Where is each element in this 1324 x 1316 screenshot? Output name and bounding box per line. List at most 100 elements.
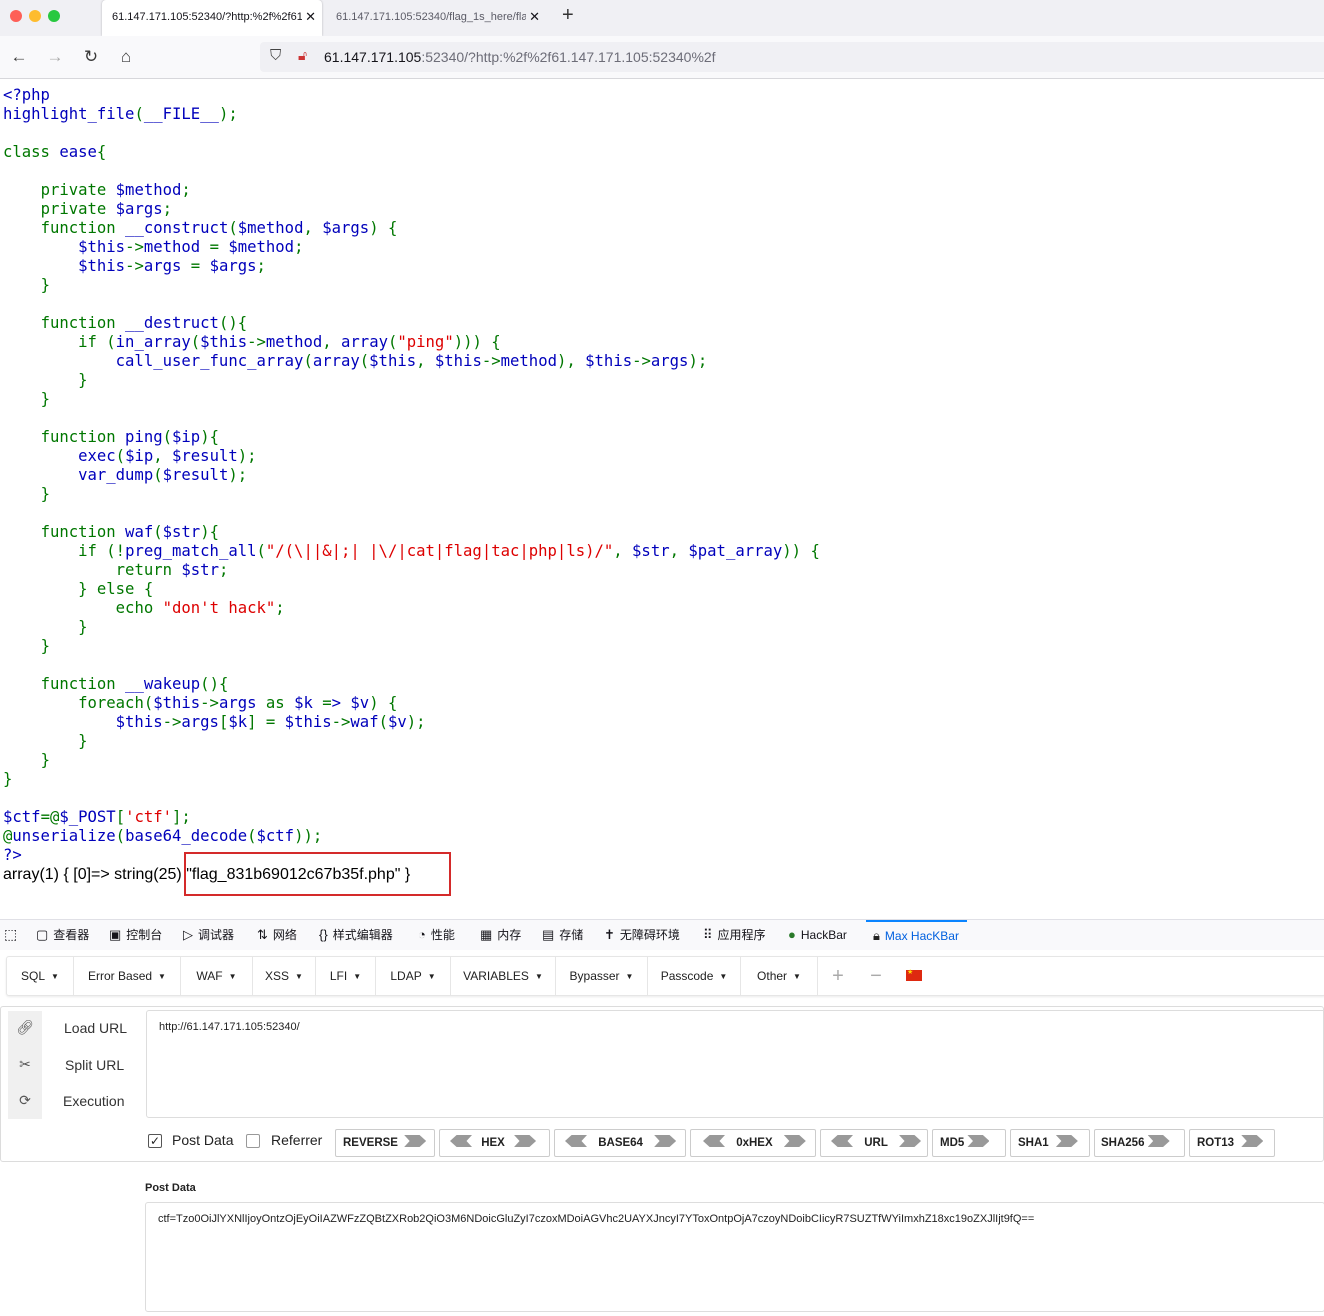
0xhex-button[interactable]: 0xHEX xyxy=(690,1129,816,1157)
code-line: highlight_file(__FILE__); xyxy=(3,105,238,123)
referrer-label: Referrer xyxy=(271,1132,323,1148)
element-picker-icon[interactable]: ⬚ xyxy=(4,920,17,950)
menu-waf[interactable]: WAF ▼ xyxy=(181,957,253,995)
hackbar-request-panel: 🔗︎ ✂ ⟳ Load URL Split URL Execution http… xyxy=(0,1006,1324,1162)
accessibility-icon: ✝ xyxy=(604,927,615,942)
code-line: ?> xyxy=(3,846,22,864)
php-source-code: <?php highlight_file(__FILE__); class ea… xyxy=(3,86,820,865)
base64-button[interactable]: BASE64 xyxy=(554,1129,686,1157)
devtools-tab-max-hackbar[interactable]: 🔒︎ Max HacKBar xyxy=(866,920,967,952)
url-input[interactable]: http://61.147.171.105:52340/ xyxy=(146,1010,1324,1118)
devtools-tab-memory[interactable]: ▦ 内存 xyxy=(480,920,521,950)
menu-bypasser[interactable]: Bypasser ▼ xyxy=(556,957,648,995)
execution-button[interactable]: Execution xyxy=(63,1093,124,1109)
hackbar-panel: SQL ▼ Error Based ▼ WAF ▼ XSS ▼ LFI ▼ LDAP ▼ V… xyxy=(0,950,1324,1316)
devtools-tab-performance[interactable]: ◔ 性能 xyxy=(418,920,455,950)
code-line: } xyxy=(78,371,88,389)
browser-tab[interactable]: 61.147.171.105:52340/flag_1s_here/flag_8… xyxy=(326,0,546,36)
code-line: function __wakeup(){ xyxy=(40,675,229,693)
close-tab-icon[interactable]: ✕ xyxy=(529,0,540,34)
sha256-button[interactable]: SHA256 xyxy=(1094,1129,1185,1157)
tab-strip: 61.147.171.105:52340/?http:%2f%2f61.147.… xyxy=(0,0,1324,36)
devtools-tab-debugger[interactable]: ▷ 调试器 xyxy=(183,920,234,950)
code-line: } xyxy=(40,276,50,294)
devtools-tab-application[interactable]: ⠿ 应用程序 xyxy=(703,920,766,950)
zoom-window-button[interactable] xyxy=(48,10,60,22)
arrow-right-icon xyxy=(899,1135,922,1147)
arrow-right-icon xyxy=(1147,1135,1170,1147)
reverse-button[interactable]: REVERSE xyxy=(335,1129,435,1157)
url-text[interactable]: 61.147.171.105:52340/?http:%2f%2f61.147.… xyxy=(324,49,716,65)
arrow-right-icon xyxy=(783,1135,806,1147)
arrow-left-icon xyxy=(703,1135,725,1147)
devtools-tab-console[interactable]: ▣ 控制台 xyxy=(109,920,162,950)
arrow-right-icon xyxy=(1241,1135,1264,1147)
flag-star-icon: ★ xyxy=(907,969,914,976)
arrow-left-icon xyxy=(831,1135,853,1147)
arrow-right-icon xyxy=(1055,1135,1078,1147)
arrow-right-icon xyxy=(654,1135,677,1147)
minimize-window-button[interactable] xyxy=(29,10,41,22)
devtools-tab-network[interactable]: ⇅ 网络 xyxy=(257,920,297,950)
menu-passcode[interactable]: Passcode ▼ xyxy=(648,957,741,995)
browser-tab-active[interactable]: 61.147.171.105:52340/?http:%2f%2f61.147.… xyxy=(102,0,322,36)
hackbar-menu: SQL ▼ Error Based ▼ WAF ▼ XSS ▼ LFI ▼ LDAP ▼ V… xyxy=(6,956,1324,996)
referrer-checkbox[interactable] xyxy=(246,1134,260,1148)
devtools-tab-accessibility[interactable]: ✝ 无障碍环境 xyxy=(604,920,680,950)
insecure-lock-icon[interactable]: 🔓︎ xyxy=(298,47,307,64)
post-data-input[interactable]: ctf=Tzo0OiJlYXNlIjoyOntzOjEyOiIAZWFzZQBt… xyxy=(145,1202,1324,1312)
code-line: } xyxy=(40,751,50,769)
rot13-button[interactable]: ROT13 xyxy=(1189,1129,1275,1157)
arrow-right-icon xyxy=(404,1135,427,1147)
md5-button[interactable]: MD5 xyxy=(932,1129,1006,1157)
code-line: } else { xyxy=(78,580,154,598)
menu-xss[interactable]: XSS ▼ xyxy=(253,957,316,995)
menu-other[interactable]: Other ▼ xyxy=(741,957,818,995)
code-line: foreach($this->args as $k => $v) { xyxy=(78,694,398,712)
sha1-button[interactable]: SHA1 xyxy=(1010,1129,1090,1157)
code-line: } xyxy=(40,390,50,408)
reload-icon[interactable]: ↻ xyxy=(80,46,102,68)
china-flag-icon[interactable]: ★ xyxy=(906,969,922,981)
shield-icon[interactable]: ⛉ xyxy=(270,47,281,64)
menu-sql[interactable]: SQL ▼ xyxy=(7,957,74,995)
network-icon: ⇅ xyxy=(257,927,268,942)
action-icon-strip: 🔗︎ ✂ ⟳ xyxy=(8,1011,42,1119)
devtools-tab-storage[interactable]: ▤ 存储 xyxy=(542,920,583,950)
code-line: } xyxy=(78,732,88,750)
close-tab-icon[interactable]: ✕ xyxy=(305,0,316,34)
devtools-tab-inspector[interactable]: ▢ 查看器 xyxy=(36,920,89,950)
close-window-button[interactable] xyxy=(10,10,22,22)
new-tab-button[interactable]: + xyxy=(562,4,574,27)
post-data-label: Post Data xyxy=(172,1132,234,1148)
code-line: $this->method = $method; xyxy=(3,238,304,256)
address-bar[interactable]: ⛉ 🔓︎ 61.147.171.105:52340/?http:%2f%2f61… xyxy=(260,42,1324,72)
url-encode-button[interactable]: URL xyxy=(820,1129,928,1157)
code-line: $ctf=@$_POST['ctf']; xyxy=(3,808,191,826)
hex-button[interactable]: HEX xyxy=(439,1129,550,1157)
link-icon[interactable]: 🔗︎ xyxy=(8,1019,42,1036)
split-url-button[interactable]: Split URL xyxy=(65,1057,124,1073)
home-icon[interactable]: ⌂ xyxy=(115,46,137,68)
refresh-icon[interactable]: ⟳ xyxy=(8,1092,42,1109)
devtools-tab-style-editor[interactable]: {} 样式编辑器 xyxy=(319,920,393,950)
code-line: function __construct($method, $args) { xyxy=(40,219,398,237)
post-data-checkbox[interactable]: ✓ xyxy=(148,1134,162,1148)
load-url-button[interactable]: Load URL xyxy=(64,1020,127,1036)
menu-variables[interactable]: VARIABLES ▼ xyxy=(451,957,556,995)
minus-icon[interactable]: − xyxy=(860,957,892,995)
code-line: var_dump($result); xyxy=(3,466,248,484)
back-icon[interactable]: ← xyxy=(8,46,30,68)
menu-error-based[interactable]: Error Based ▼ xyxy=(74,957,181,995)
code-line: function waf($str){ xyxy=(40,523,219,541)
menu-ldap[interactable]: LDAP ▼ xyxy=(376,957,451,995)
arrow-left-icon xyxy=(450,1135,472,1147)
plus-icon[interactable]: + xyxy=(822,957,854,995)
devtools-tab-hackbar[interactable]: ● HackBar xyxy=(788,920,847,950)
scissors-icon[interactable]: ✂ xyxy=(8,1056,42,1073)
code-line: if (in_array($this->method, array("ping"… xyxy=(78,333,501,351)
menu-lfi[interactable]: LFI ▼ xyxy=(316,957,376,995)
forward-icon[interactable]: → xyxy=(44,46,66,68)
code-line: } xyxy=(40,485,50,503)
code-line: $this->args[$k] = $this->waf($v); xyxy=(3,713,426,731)
